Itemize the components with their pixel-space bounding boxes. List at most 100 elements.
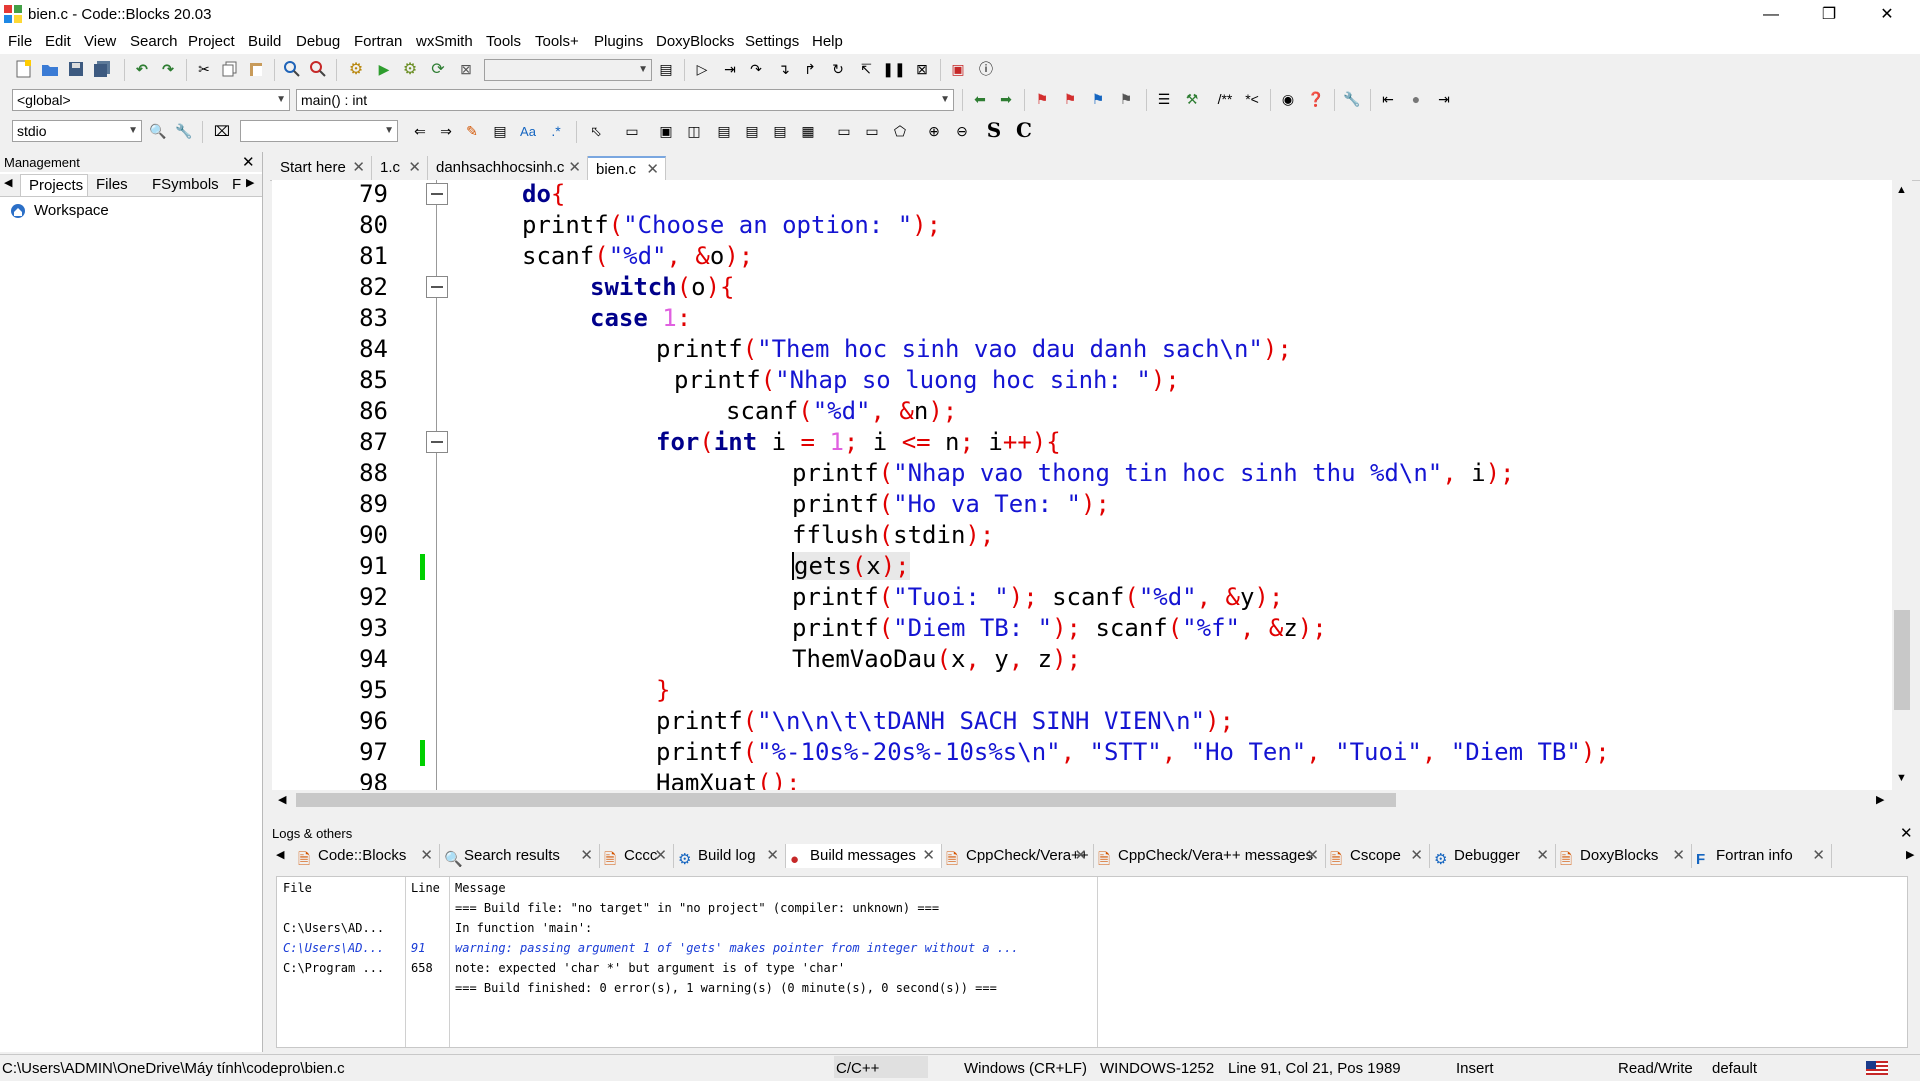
scope-select[interactable]: <global> ▼: [12, 89, 290, 111]
close-tab-icon[interactable]: ✕: [646, 158, 659, 182]
clear-bookmarks-icon[interactable]: ⚑: [1116, 89, 1136, 109]
horizontal-scroll-thumb[interactable]: [296, 793, 1396, 807]
code-editor[interactable]: 79 80 81 82 83 84 85 86 87 88 89 90 91 9…: [272, 180, 1912, 790]
step-into-icon[interactable]: ↴: [774, 59, 794, 79]
fold-marker[interactable]: [426, 431, 448, 453]
logtab-codeblocks[interactable]: 🗎 Code::Blocks ✕: [294, 844, 440, 868]
tab-start-here[interactable]: Start here ✕: [272, 156, 372, 180]
log-message[interactable]: warning: passing argument 1 of 'gets' ma…: [455, 941, 1019, 955]
scroll-up-icon[interactable]: ▲: [1896, 184, 1907, 196]
log-line[interactable]: 658: [411, 961, 433, 975]
pause-icon[interactable]: ❚❚: [882, 59, 905, 79]
log-message[interactable]: note: expected 'char *' but argument is …: [455, 961, 845, 975]
logtab-fortran-info[interactable]: F Fortran info ✕: [1692, 844, 1832, 868]
cut-icon[interactable]: ✂: [194, 59, 214, 79]
fold-marker[interactable]: [426, 183, 448, 205]
log-message[interactable]: === Build finished: 0 error(s), 1 warnin…: [455, 981, 997, 995]
vertical-scroll-thumb[interactable]: [1894, 610, 1910, 710]
menu-doxyblocks[interactable]: DoxyBlocks: [656, 33, 734, 50]
close-tab-icon[interactable]: ✕: [1672, 844, 1685, 868]
match-case-icon[interactable]: Aa: [518, 121, 538, 141]
next-bookmark-icon[interactable]: ⚑: [1088, 89, 1108, 109]
select-pointer-icon[interactable]: ⬁: [586, 121, 606, 141]
export-source-icon[interactable]: S: [984, 118, 1004, 142]
jump-back-icon[interactable]: ⬅: [970, 89, 990, 109]
tab-fsymbols[interactable]: FSymbols: [152, 176, 219, 193]
wrench-icon[interactable]: 🔧: [1342, 89, 1362, 109]
break-block-icon[interactable]: ▭: [834, 121, 854, 141]
new-file-icon[interactable]: [14, 59, 34, 79]
close-window-button[interactable]: ✕: [1864, 0, 1910, 30]
paste-icon[interactable]: [246, 59, 266, 79]
do-while-block-icon[interactable]: ▤: [770, 121, 790, 141]
close-tab-icon[interactable]: ✕: [1074, 844, 1087, 868]
run-chm-icon[interactable]: ❓: [1306, 89, 1326, 109]
open-file-icon[interactable]: [40, 59, 60, 79]
tab-bien-c[interactable]: bien.c ✕: [588, 156, 666, 180]
logtab-cppcheck[interactable]: 🗎 CppCheck/Vera++ ✕: [942, 844, 1094, 868]
instruction-block-icon[interactable]: ▦: [798, 121, 818, 141]
build-gear-icon[interactable]: ⚙: [346, 59, 366, 79]
doxywizard-icon[interactable]: ☰: [1154, 89, 1174, 109]
menu-view[interactable]: View: [84, 33, 116, 50]
search-previous-icon[interactable]: ⇐: [410, 121, 430, 141]
build-and-run-icon[interactable]: ⚙: [400, 59, 420, 79]
zoom-in-icon[interactable]: ⊕: [924, 121, 944, 141]
menu-plugins[interactable]: Plugins: [594, 33, 643, 50]
extract-docs-icon[interactable]: ⚒: [1182, 89, 1202, 109]
if-block-icon[interactable]: ▣: [656, 121, 676, 141]
menu-help[interactable]: Help: [812, 33, 843, 50]
close-tab-icon[interactable]: ✕: [408, 156, 421, 180]
logtab-search-results[interactable]: 🔍 Search results ✕: [440, 844, 600, 868]
column-header-message[interactable]: Message: [455, 881, 506, 895]
process-block-icon[interactable]: ▭: [622, 121, 642, 141]
close-tab-icon[interactable]: ✕: [580, 844, 593, 868]
header-options-icon[interactable]: 🔧: [174, 121, 194, 141]
menu-settings[interactable]: Settings: [745, 33, 799, 50]
scroll-left-icon[interactable]: ◀: [278, 793, 286, 806]
rebuild-icon[interactable]: ⟳: [428, 59, 448, 79]
tab-danhsachhocsinh[interactable]: danhsachhocsinh.c ✕: [428, 156, 588, 180]
step-into-instruction-icon[interactable]: ↸: [856, 59, 876, 79]
editor-horizontal-scrollbar[interactable]: ◀ ▶: [272, 790, 1912, 810]
menu-project[interactable]: Project: [188, 33, 235, 50]
function-select[interactable]: main() : int ▼: [296, 89, 954, 111]
log-file[interactable]: C:\Users\AD...: [283, 941, 384, 955]
jump-previous-icon[interactable]: ⇤: [1378, 89, 1398, 109]
regex-icon[interactable]: .*: [546, 121, 566, 141]
close-management-icon[interactable]: ✕: [242, 153, 255, 171]
search-next-icon[interactable]: ⇒: [436, 121, 456, 141]
run-html-icon[interactable]: ◉: [1278, 89, 1298, 109]
tab-1c[interactable]: 1.c ✕: [372, 156, 428, 180]
replace-icon[interactable]: [308, 59, 328, 79]
logtab-cppcheck-messages[interactable]: 🗎 CppCheck/Vera++ messages ✕: [1094, 844, 1326, 868]
line-comment-icon[interactable]: *<: [1242, 89, 1262, 109]
menu-edit[interactable]: Edit: [45, 33, 71, 50]
logtab-build-log[interactable]: ⚙ Build log ✕: [674, 844, 786, 868]
jump-clear-icon[interactable]: ●: [1406, 89, 1426, 109]
menu-file[interactable]: File: [8, 33, 32, 50]
incremental-search-input[interactable]: ▼: [240, 120, 398, 142]
abort-icon[interactable]: ⊠: [456, 59, 476, 79]
log-line[interactable]: 91: [411, 941, 425, 955]
log-tabs-scroll-right-icon[interactable]: ▶: [1906, 848, 1914, 861]
block-comment-icon[interactable]: /**: [1212, 89, 1238, 109]
continue-block-icon[interactable]: ▭: [862, 121, 882, 141]
stop-debugger-icon[interactable]: ⊠: [912, 59, 932, 79]
close-tab-icon[interactable]: ✕: [568, 156, 581, 180]
export-code-icon[interactable]: C: [1014, 118, 1034, 142]
tab-files[interactable]: Files: [96, 176, 128, 193]
menu-wxsmith[interactable]: wxSmith: [416, 33, 473, 50]
editor-vertical-scrollbar[interactable]: ▲ ▼: [1892, 180, 1912, 790]
logtab-cscope[interactable]: 🗎 Cscope ✕: [1326, 844, 1430, 868]
log-message[interactable]: In function 'main':: [455, 921, 592, 935]
fold-marker[interactable]: [426, 276, 448, 298]
scroll-down-icon[interactable]: ▼: [1896, 772, 1907, 784]
copy-icon[interactable]: [220, 59, 240, 79]
close-tab-icon[interactable]: ✕: [1410, 844, 1423, 868]
close-tab-icon[interactable]: ✕: [922, 844, 935, 868]
log-file[interactable]: C:\Program ...: [283, 961, 384, 975]
close-tab-icon[interactable]: ✕: [1812, 844, 1825, 868]
log-tabs-scroll-left-icon[interactable]: ◀: [276, 848, 284, 861]
selected-text-icon[interactable]: ▤: [490, 121, 510, 141]
